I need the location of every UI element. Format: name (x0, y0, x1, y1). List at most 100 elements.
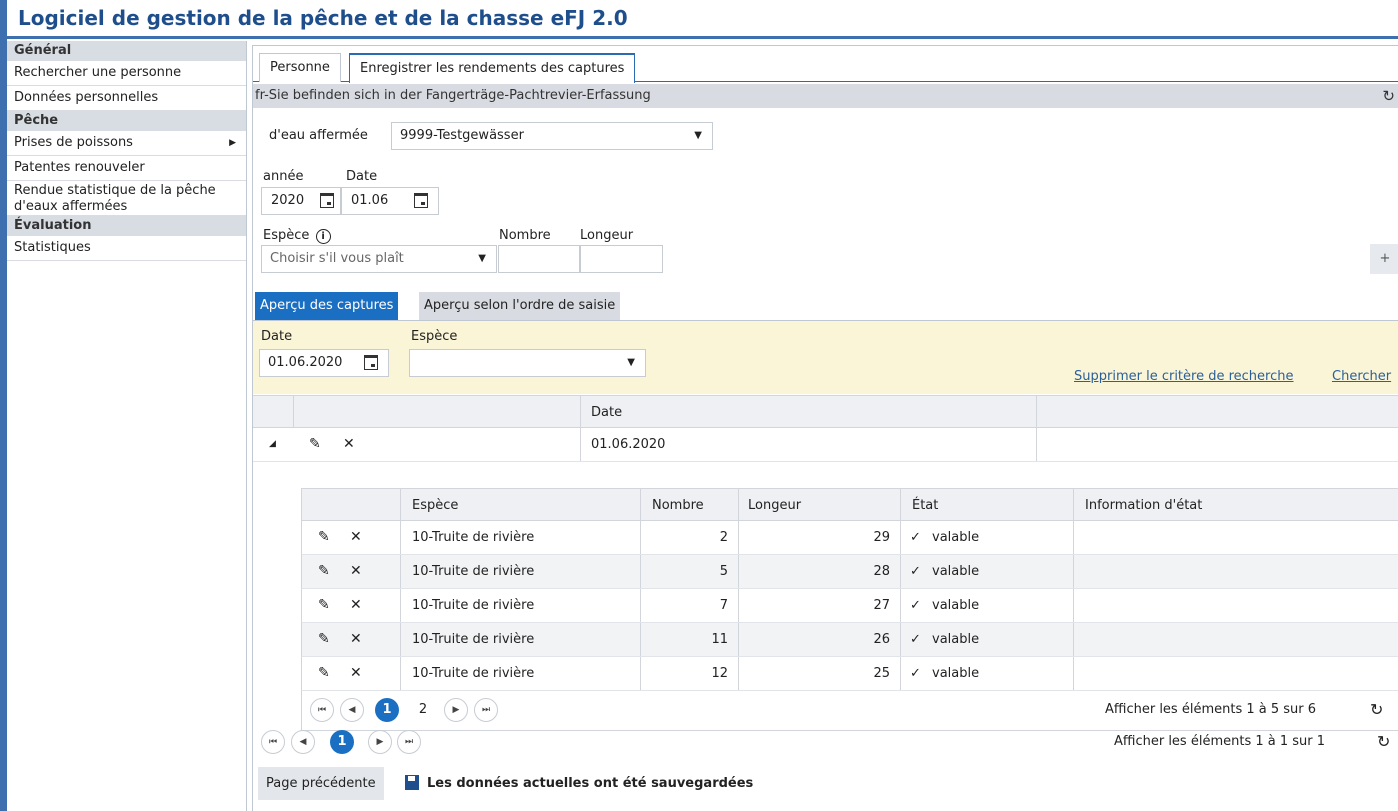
header-species[interactable]: Espèce (412, 489, 458, 522)
edit-icon[interactable]: ✎ (309, 428, 321, 461)
sidebar-item-leased-water-statistics[interactable]: Rendue statistique de la pêche d'eaux af… (7, 181, 246, 216)
header-length[interactable]: Longeur (748, 489, 801, 522)
cell-species: 10-Truite de rivière (412, 666, 535, 681)
column-divider (900, 623, 901, 656)
cell-length: 27 (873, 598, 890, 613)
sidebar-item-statistics[interactable]: Statistiques (7, 236, 246, 261)
calendar-icon[interactable] (414, 193, 428, 208)
main-panel: Personne Enregistrer les rendements des … (252, 45, 1398, 811)
search-link[interactable]: Chercher (1332, 369, 1391, 384)
tab-catch-overview[interactable]: Aperçu des captures (255, 292, 399, 320)
table-row: ✎ ✕ 10-Truite de rivière 11 26 ✓ valable (301, 623, 1398, 657)
cell-length: 29 (873, 530, 890, 545)
page-2-button[interactable]: 2 (411, 698, 435, 722)
table-row: ✎ ✕ 10-Truite de rivière 12 25 ✓ valable (301, 657, 1398, 691)
filter-panel: Date Espèce 01.06.2020 ▼ Supprimer le cr… (253, 321, 1398, 394)
column-divider (738, 623, 739, 656)
prev-page-icon[interactable]: ◀ (340, 698, 364, 722)
column-divider (640, 489, 641, 521)
info-bar: fr-Sie befinden sich in der Fangerträge-… (253, 84, 1398, 108)
sidebar-item-renew-licenses[interactable]: Patentes renouveler (7, 156, 246, 181)
sidebar-item-label: Prises de poissons (14, 135, 133, 150)
cell-count: 5 (719, 564, 728, 579)
add-button[interactable]: + (1370, 244, 1398, 274)
table-row: ✎ ✕ 10-Truite de rivière 2 29 ✓ valable (301, 521, 1398, 555)
sidebar-item-search-person[interactable]: Rechercher une personne (7, 61, 246, 86)
next-page-icon[interactable]: ▶ (444, 698, 468, 722)
cell-state: valable (932, 564, 980, 579)
year-field[interactable]: 2020 (261, 187, 341, 215)
last-page-icon[interactable]: ⏭ (397, 730, 421, 754)
sidebar-section-evaluation: Évaluation (7, 216, 246, 236)
count-label: Nombre (499, 228, 551, 243)
count-input[interactable] (498, 245, 580, 273)
first-page-icon[interactable]: ⏮ (310, 698, 334, 722)
app-title: Logiciel de gestion de la pêche et de la… (18, 6, 628, 30)
column-divider (640, 521, 641, 554)
edit-icon[interactable]: ✎ (318, 657, 330, 690)
next-page-icon[interactable]: ▶ (368, 730, 392, 754)
last-page-icon[interactable]: ⏭ (474, 698, 498, 722)
column-divider (640, 623, 641, 656)
delete-icon[interactable]: ✕ (350, 657, 362, 690)
column-divider (400, 521, 401, 554)
filter-date-value: 01.06.2020 (268, 355, 343, 370)
refresh-icon[interactable]: ↻ (1377, 723, 1390, 761)
filter-date-field[interactable]: 01.06.2020 (259, 349, 389, 377)
cell-count: 2 (719, 530, 728, 545)
chevron-down-icon: ▼ (694, 130, 702, 141)
date-field[interactable]: 01.06 (341, 187, 439, 215)
calendar-icon[interactable] (364, 355, 378, 370)
edit-icon[interactable]: ✎ (318, 589, 330, 622)
chevron-right-icon: ▶ (229, 138, 236, 148)
column-divider (738, 555, 739, 588)
refresh-icon[interactable]: ↻ (1382, 84, 1395, 108)
filter-species-select[interactable]: ▼ (409, 349, 646, 377)
calendar-icon[interactable] (320, 193, 334, 208)
chevron-down-icon: ▼ (627, 357, 635, 368)
species-label-text: Espèce (263, 228, 310, 243)
delete-icon[interactable]: ✕ (350, 623, 362, 656)
edit-icon[interactable]: ✎ (318, 521, 330, 554)
table-row: ✎ ✕ 10-Truite de rivière 5 28 ✓ valable (301, 555, 1398, 589)
column-divider (640, 657, 641, 690)
cell-species: 10-Truite de rivière (412, 530, 535, 545)
edit-icon[interactable]: ✎ (318, 555, 330, 588)
delete-icon[interactable]: ✕ (343, 428, 355, 461)
previous-page-button[interactable]: Page précédente (258, 767, 384, 800)
column-divider (1036, 428, 1037, 461)
sidebar: Général Rechercher une personne Données … (7, 41, 247, 811)
edit-icon[interactable]: ✎ (318, 623, 330, 656)
column-divider (738, 489, 739, 521)
filter-date-label: Date (261, 329, 293, 344)
header-state[interactable]: État (912, 489, 938, 522)
header-state-info[interactable]: Information d'état (1085, 489, 1202, 522)
clear-criteria-link[interactable]: Supprimer le critère de recherche (1074, 369, 1294, 384)
cell-count: 12 (711, 666, 728, 681)
sidebar-item-personal-data[interactable]: Données personnelles (7, 86, 246, 111)
species-select[interactable]: Choisir s'il vous plaît ▼ (261, 245, 497, 273)
water-select[interactable]: 9999-Testgewässer ▼ (391, 122, 713, 150)
length-input[interactable] (580, 245, 663, 273)
save-icon (405, 775, 419, 790)
tab-entry-order-overview[interactable]: Aperçu selon l'ordre de saisie (419, 292, 621, 320)
tab-person[interactable]: Personne (259, 53, 341, 82)
collapse-icon[interactable]: ◢ (269, 428, 276, 461)
page-1-button[interactable]: 1 (330, 730, 354, 754)
tab-record-catches[interactable]: Enregistrer les rendements des captures (349, 53, 636, 83)
column-divider (400, 623, 401, 656)
page-1-button[interactable]: 1 (375, 698, 399, 722)
prev-page-icon[interactable]: ◀ (291, 730, 315, 754)
grid-header-date[interactable]: Date (591, 396, 622, 429)
delete-icon[interactable]: ✕ (350, 555, 362, 588)
check-icon: ✓ (910, 564, 921, 579)
sidebar-item-fish-catches[interactable]: Prises de poissons ▶ (7, 131, 246, 156)
info-icon[interactable]: i (315, 229, 331, 244)
first-page-icon[interactable]: ⏮ (261, 730, 285, 754)
cell-species: 10-Truite de rivière (412, 598, 535, 613)
sidebar-section-general: Général (7, 41, 246, 61)
header-count[interactable]: Nombre (652, 489, 704, 522)
delete-icon[interactable]: ✕ (350, 589, 362, 622)
column-divider (580, 428, 581, 461)
delete-icon[interactable]: ✕ (350, 521, 362, 554)
